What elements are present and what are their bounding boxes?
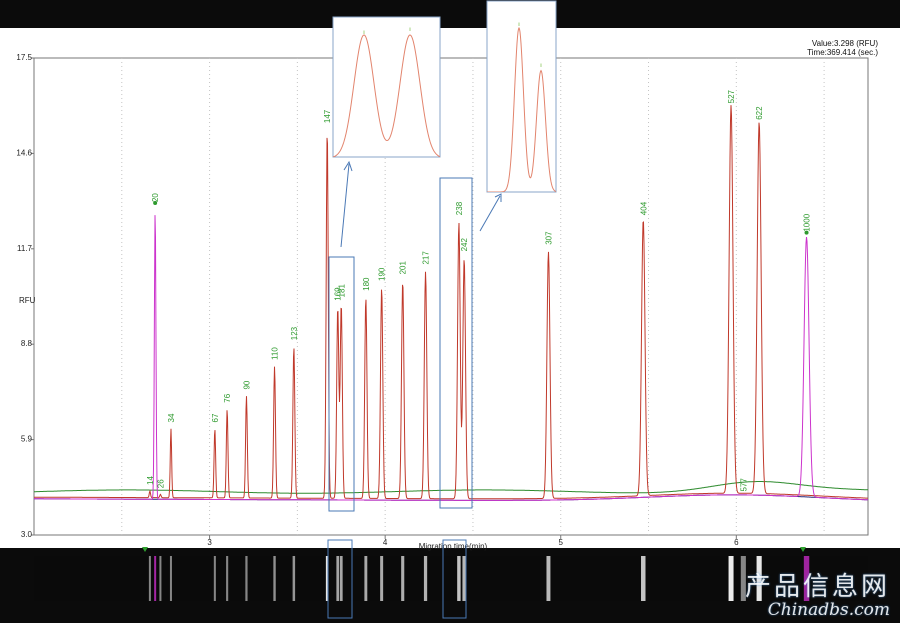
gel-marker-arrow-icon: [142, 547, 148, 552]
peak-label: 622: [755, 106, 764, 120]
zoom-inset-1-label-b: ||: [409, 26, 411, 31]
peak-label: 307: [544, 231, 553, 245]
peak-label: 67: [211, 413, 220, 422]
gel-band: [728, 556, 734, 601]
zoom-inset-2: [486, 0, 557, 193]
peak-label: 217: [422, 251, 431, 265]
gel-band: [169, 556, 172, 601]
watermark-url: Chinadbs.com: [767, 600, 890, 620]
peak-label: 110: [271, 347, 280, 360]
peak-label: 190: [378, 267, 387, 281]
y-axis-label: RFU: [19, 296, 36, 305]
gel-band: [364, 556, 368, 601]
gel-marker-arrow-icon: [800, 547, 806, 552]
y-tick-label: 5.9: [21, 435, 33, 444]
marker-peak-dot: [153, 201, 158, 206]
gel-band: [213, 556, 216, 601]
gel-band: [546, 556, 551, 601]
peak-label: 90: [242, 380, 251, 389]
peak-label: 201: [399, 261, 408, 275]
peak-label: 1000: [803, 213, 812, 231]
gel-band: [154, 556, 157, 601]
gel-band: [292, 556, 296, 601]
peak-label: 34: [167, 413, 176, 422]
peak-label: 527: [727, 89, 736, 103]
zoom-inset-1: [332, 16, 441, 158]
y-tick-label: 14.6: [16, 148, 32, 157]
peak-label: 238: [455, 201, 464, 215]
gel-band: [273, 556, 276, 601]
cursor-readout: Value:3.298 (RFU) Time:369.414 (sec.): [700, 39, 878, 57]
gel-band: [457, 556, 461, 601]
marker-peak-dot: [804, 230, 809, 235]
x-tick-label: 3: [207, 538, 212, 547]
x-tick-label: 4: [383, 538, 388, 547]
gel-band: [226, 556, 229, 601]
peak-label: 123: [290, 326, 299, 340]
peak-label: 26: [156, 479, 165, 488]
watermark: 产品信息网 Chinadbs.com: [745, 573, 890, 619]
chart-panel: [0, 28, 900, 548]
peak-label: 181: [337, 284, 346, 298]
electropherogram-figure: 3.05.98.811.714.617.5 3456 RFU Migration…: [0, 0, 900, 619]
gel-band: [336, 556, 340, 601]
gel-band: [401, 556, 405, 601]
gel-band: [148, 556, 151, 601]
gel-band: [423, 556, 428, 601]
gel-band: [641, 556, 646, 601]
peak-label: 14: [146, 475, 155, 484]
peak-label: 180: [362, 277, 371, 291]
peak-label: 147: [323, 109, 332, 123]
peak-label: 20: [151, 193, 160, 202]
y-tick-label: 8.8: [21, 339, 33, 348]
zoom-inset-2-label-a: ||: [518, 21, 520, 26]
x-tick-label: 6: [734, 538, 739, 547]
gel-band: [462, 556, 466, 601]
peak-label: 404: [639, 201, 648, 215]
y-tick-label: 17.5: [16, 53, 32, 62]
gel-band: [339, 556, 343, 601]
gel-band: [159, 556, 162, 601]
watermark-title: 产品信息网: [744, 572, 890, 602]
peak-label: 242: [460, 237, 469, 251]
zoom-inset-2-label-b: ||: [540, 62, 542, 67]
peak-label: 76: [223, 393, 232, 402]
cursor-time: Time:369.414 (sec.): [807, 48, 878, 57]
x-tick-label: 5: [559, 538, 564, 547]
cursor-value: Value:3.298 (RFU): [811, 39, 878, 48]
x-axis-label: Migration time(min): [419, 542, 488, 551]
peak-label: 577: [739, 478, 748, 492]
y-tick-label: 3.0: [21, 530, 33, 539]
gel-band: [380, 556, 384, 601]
y-tick-label: 11.7: [17, 244, 33, 253]
gel-band: [245, 556, 248, 601]
zoom-inset-1-label-a: ||: [363, 29, 365, 34]
